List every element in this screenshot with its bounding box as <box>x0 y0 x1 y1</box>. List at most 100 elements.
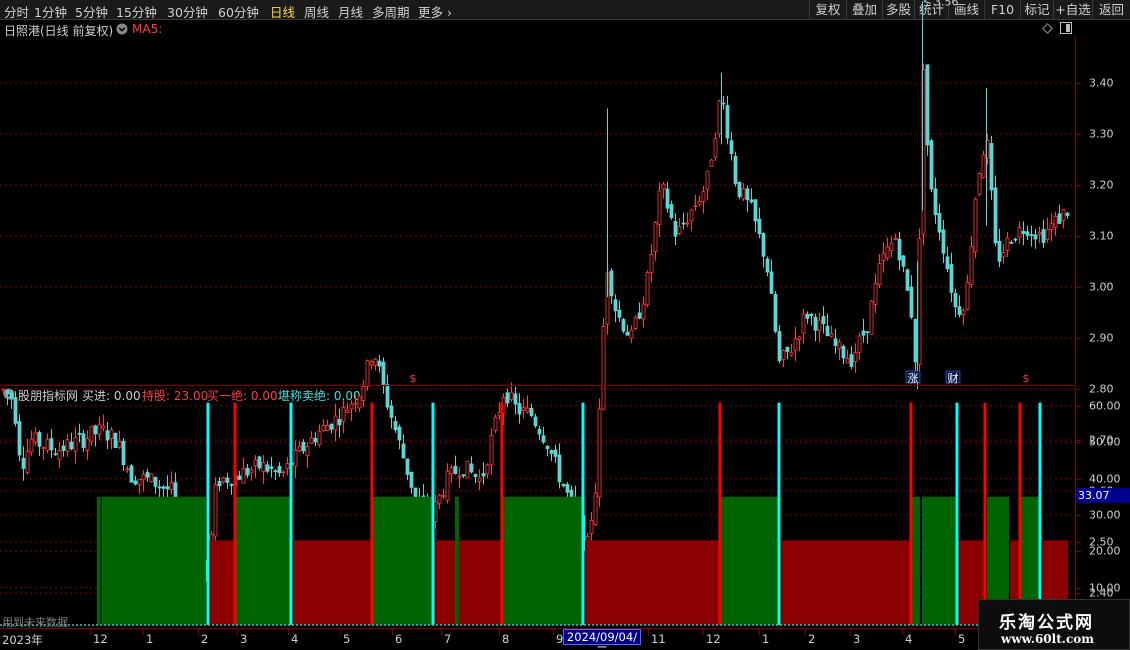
candle-body <box>649 254 654 273</box>
event-markers: $ 涨 财 $ <box>410 370 1030 385</box>
candle-body <box>461 474 466 477</box>
candle-body <box>113 432 118 448</box>
candle-body <box>709 159 714 167</box>
candle-body <box>309 437 314 444</box>
candle-body <box>1065 212 1070 216</box>
watermark-title: 乐淘公式网 <box>999 613 1094 633</box>
candle-body <box>533 416 538 427</box>
candle-body <box>345 409 350 413</box>
date-label: 8 <box>502 632 510 646</box>
date-separator <box>237 629 238 635</box>
candle-body <box>1041 229 1046 244</box>
candle-body <box>453 465 458 474</box>
candle-body <box>1021 230 1026 234</box>
candle-body <box>409 471 414 488</box>
candle-body <box>805 313 810 319</box>
indicator-axis: 60.00 50.00 40.00 30.00 20.00 10.00 <box>1075 387 1130 627</box>
price-axis: 3.403.303.203.103.002.902.802.702.602.50… <box>1075 37 1130 600</box>
candle-body <box>673 221 678 237</box>
indicator-current-value: 33.07 <box>1076 488 1130 503</box>
candle-body <box>413 487 418 498</box>
candle-body <box>521 406 526 412</box>
candle-body <box>313 437 318 443</box>
date-label: 1 <box>762 632 770 646</box>
candle-body <box>797 336 802 340</box>
candle-body <box>553 449 558 457</box>
candle-body <box>445 470 450 501</box>
event-marker-label: 财 <box>948 371 959 385</box>
candle-body <box>957 306 962 315</box>
candle-body <box>249 469 254 474</box>
candle-body <box>1057 213 1062 224</box>
date-label: 11 <box>651 632 666 646</box>
candle-body <box>57 450 62 460</box>
candle-body <box>833 338 838 346</box>
candle-body <box>401 443 406 459</box>
price-tick-label: 3.00 <box>1089 280 1114 294</box>
candle-body <box>661 183 666 190</box>
candle-body <box>465 460 470 479</box>
event-marker-label: $ <box>410 372 417 385</box>
candle-body <box>373 358 378 366</box>
candle-body <box>729 140 734 155</box>
date-label: 2 <box>201 632 209 646</box>
candle-body <box>285 463 290 470</box>
date-label: 12 <box>93 632 108 646</box>
candle-body <box>169 482 174 490</box>
date-label: 5 <box>958 632 966 646</box>
candle-body <box>653 221 658 252</box>
candle-body <box>341 407 346 422</box>
candle-body <box>97 423 102 435</box>
candle-body <box>485 464 490 475</box>
hold-bar <box>293 540 371 625</box>
candle-body <box>841 345 846 359</box>
candle-body <box>645 272 650 306</box>
candle-body <box>365 360 370 387</box>
candle-body <box>329 423 334 430</box>
candle-body <box>37 432 42 447</box>
candle-body <box>21 457 26 469</box>
buy-bar <box>721 496 778 625</box>
candle-body <box>349 403 354 410</box>
candle-body <box>225 477 230 483</box>
high-price-label: 3.56 <box>934 0 959 8</box>
candle-body <box>557 454 562 483</box>
candle-body <box>629 329 634 339</box>
candle-body <box>857 335 862 353</box>
candle-body <box>865 331 870 334</box>
candle-body <box>145 471 150 478</box>
indicator-tick-label: 20.00 <box>1089 544 1121 558</box>
candle-body <box>937 213 942 233</box>
candle-body <box>909 286 914 318</box>
chart-canvas[interactable]: 3.562.34 $涨财$ <box>0 0 1075 650</box>
candle-body <box>837 341 842 350</box>
candle-body <box>457 475 462 478</box>
candle-body <box>509 391 514 401</box>
candle-body <box>929 140 934 190</box>
candle-body <box>917 238 922 365</box>
candle-body <box>65 439 70 452</box>
candle-body <box>681 222 686 225</box>
candle-body <box>925 64 930 146</box>
candle-body <box>689 209 694 222</box>
candle-body <box>697 200 702 205</box>
candle-body <box>885 246 890 259</box>
candle-body <box>85 438 90 451</box>
date-separator <box>90 629 91 635</box>
candle-body <box>1061 208 1066 221</box>
candle-body <box>61 445 66 451</box>
back-button[interactable]: 返回 <box>1092 0 1130 20</box>
candle-body <box>757 218 762 235</box>
date-separator <box>805 629 806 635</box>
event-marker-label: $ <box>1023 372 1030 385</box>
candle-body <box>593 492 598 525</box>
candle-body <box>849 354 854 367</box>
candle-body <box>157 486 162 489</box>
price-tick-mark <box>1076 236 1081 237</box>
date-label: 2023年 <box>2 633 43 647</box>
candle-body <box>721 102 726 105</box>
date-label: 5 <box>343 632 351 646</box>
candle-body <box>597 408 602 498</box>
candle-body <box>609 270 614 297</box>
candle-body <box>121 440 126 466</box>
